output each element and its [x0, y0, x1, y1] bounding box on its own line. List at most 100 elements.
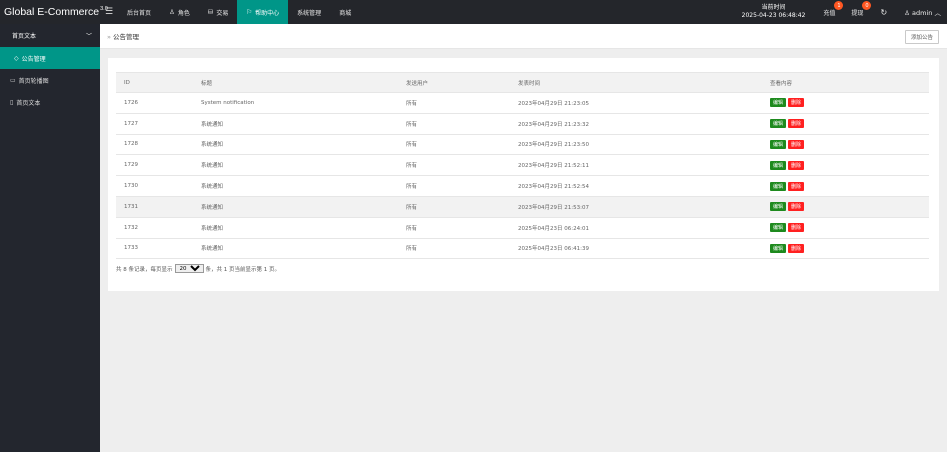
cell-user: 所有: [406, 154, 518, 177]
nav-home[interactable]: 后台首页: [118, 0, 160, 24]
admin-label: admin: [912, 9, 933, 17]
cell-title: System notification: [201, 92, 406, 114]
diamond-icon: ◇: [14, 54, 19, 62]
brand-name: Global E-Commerce: [4, 6, 100, 18]
delete-button[interactable]: 删除: [788, 202, 805, 212]
pager-prefix: 共 8 条记录，每页显示: [116, 266, 173, 273]
sidebar-group-label: 首页文本: [12, 33, 37, 40]
cell-actions: 编辑 删除: [770, 217, 929, 239]
breadcrumb: » 公告管理: [100, 31, 139, 41]
cell-id: 1730: [116, 175, 201, 197]
edit-button[interactable]: 编辑: [770, 243, 787, 253]
document-icon: ▯: [10, 98, 14, 106]
col-title: 标题: [201, 72, 406, 93]
delete-button[interactable]: 删除: [788, 181, 805, 191]
sidebar-item-home-text[interactable]: ▯ 首页文本: [0, 91, 100, 113]
cell-id: 1731: [116, 196, 201, 218]
cell-time: 2023年04月29日 21:52:11: [518, 154, 770, 177]
cell-id: 1726: [116, 92, 201, 114]
cell-user: 所有: [406, 134, 518, 156]
person-icon: ♙: [169, 8, 175, 16]
cell-user: 所有: [406, 92, 518, 114]
table-row: 1727 系统通知 所有 2023年04月29日 21:23:32 编辑 删除: [116, 113, 929, 135]
cell-actions: 编辑 删除: [770, 175, 929, 197]
cell-title: 系统通知: [201, 113, 406, 135]
cell-time: 2023年04月29日 21:52:54: [518, 175, 770, 197]
edit-button[interactable]: 编辑: [770, 139, 787, 149]
chevron-down-icon: ﹀: [85, 33, 92, 40]
cell-time: 2023年04月29日 21:23:50: [518, 134, 770, 156]
cell-title: 系统通知: [201, 175, 406, 197]
cell-title: 系统通知: [201, 238, 406, 260]
nav-help-center[interactable]: ⚐ 帮助中心: [237, 0, 289, 24]
pagination: 共 8 条记录，每页显示 20 条，共 1 页当前显示第 1 页。: [116, 264, 280, 273]
cell-user: 所有: [406, 196, 518, 218]
time-value: 2025-04-23 06:48:42: [741, 12, 806, 19]
pager-suffix: 条，共 1 页当前显示第 1 页。: [205, 266, 281, 273]
delete-button[interactable]: 删除: [788, 160, 805, 170]
cell-actions: 编辑 删除: [770, 113, 929, 135]
delete-button[interactable]: 删除: [788, 243, 805, 253]
top-navbar: Global E-Commerce 3.0 ☰ 后台首页 ♙ 角色 ⛁ 交易 ⚐ 帮助中…: [0, 0, 947, 24]
recharge-label: 充值: [823, 9, 836, 17]
withdraw-link[interactable]: 提现 0: [843, 0, 872, 24]
delete-button[interactable]: 删除: [788, 98, 805, 108]
stack-icon: ⛁: [207, 8, 214, 16]
time-label: 当前时间: [761, 4, 786, 11]
announcement-table: ID 标题 发送用户 发表时间 查看内容 1726 System notifica…: [116, 72, 929, 260]
nav-system[interactable]: 系统管理: [288, 0, 330, 24]
nav-mall[interactable]: 商城: [330, 0, 360, 24]
brand-logo[interactable]: Global E-Commerce 3.0: [0, 0, 108, 24]
col-time: 发表时间: [518, 72, 770, 93]
cell-actions: 编辑 删除: [770, 196, 929, 218]
nav-trade[interactable]: ⛁ 交易: [199, 0, 237, 24]
table-header-row: ID 标题 发送用户 发表时间 查看内容: [116, 72, 929, 93]
cell-actions: 编辑 删除: [770, 238, 929, 260]
col-user: 发送用户: [406, 72, 518, 93]
edit-button[interactable]: 编辑: [770, 181, 787, 191]
cell-user: 所有: [406, 113, 518, 135]
sidebar-item-label: 首页文本: [16, 99, 41, 107]
cell-id: 1733: [116, 238, 201, 260]
delete-button[interactable]: 删除: [788, 223, 805, 233]
cell-time: 2025年04月23日 06:41:39: [518, 238, 770, 260]
page-size-select[interactable]: 20: [174, 264, 204, 273]
delete-button[interactable]: 删除: [788, 119, 805, 129]
nav-trade-label: 交易: [216, 9, 229, 17]
nav-role-label: 角色: [177, 9, 190, 17]
table-row: 1726 System notification 所有 2023年04月29日 21:…: [116, 92, 929, 114]
nav-role[interactable]: ♙ 角色: [160, 0, 199, 24]
edit-button[interactable]: 编辑: [770, 160, 787, 170]
delete-button[interactable]: 删除: [788, 139, 805, 149]
sidebar: 首页文本 ﹀ ◇ 公告管理 ▭ 首页轮播图 ▯ 首页文本: [0, 24, 100, 452]
cell-time: 2023年04月29日 21:23:05: [518, 92, 770, 114]
chevron-right-icon: »: [107, 33, 111, 41]
table-row: 1730 系统通知 所有 2023年04月29日 21:52:54 编辑 删除: [116, 175, 929, 197]
nav-mall-label: 商城: [339, 9, 352, 17]
sidebar-group-home-text[interactable]: 首页文本 ﹀: [0, 24, 100, 47]
recharge-link[interactable]: 充值 1: [815, 0, 844, 24]
cell-user: 所有: [406, 175, 518, 197]
cell-id: 1728: [116, 134, 201, 156]
cell-id: 1727: [116, 113, 201, 135]
table-row: 1732 系统通知 所有 2025年04月23日 06:24:01 编辑 删除: [116, 217, 929, 239]
cell-user: 所有: [406, 217, 518, 239]
edit-button[interactable]: 编辑: [770, 119, 787, 129]
withdraw-badge: 0: [862, 1, 872, 10]
col-actions: 查看内容: [770, 72, 929, 93]
cell-actions: 编辑 删除: [770, 92, 929, 114]
content-panel: ID 标题 发送用户 发表时间 查看内容 1726 System notifica…: [108, 58, 939, 291]
edit-button[interactable]: 编辑: [770, 98, 787, 108]
refresh-icon[interactable]: ↻: [871, 8, 896, 17]
edit-button[interactable]: 编辑: [770, 223, 787, 233]
nav-help-label: 帮助中心: [255, 9, 280, 17]
cell-time: 2025年04月23日 06:24:01: [518, 217, 770, 239]
admin-menu[interactable]: ♙ admin ︿: [896, 7, 947, 17]
sidebar-item-announcements[interactable]: ◇ 公告管理: [0, 47, 100, 69]
add-announcement-button[interactable]: 添加公告: [904, 30, 939, 44]
edit-button[interactable]: 编辑: [770, 202, 787, 212]
table-row: 1728 系统通知 所有 2023年04月29日 21:23:50 编辑 删除: [116, 134, 929, 156]
cell-title: 系统通知: [201, 154, 406, 177]
keyboard-icon: ▭: [10, 76, 16, 84]
sidebar-item-carousel[interactable]: ▭ 首页轮播图: [0, 69, 100, 91]
